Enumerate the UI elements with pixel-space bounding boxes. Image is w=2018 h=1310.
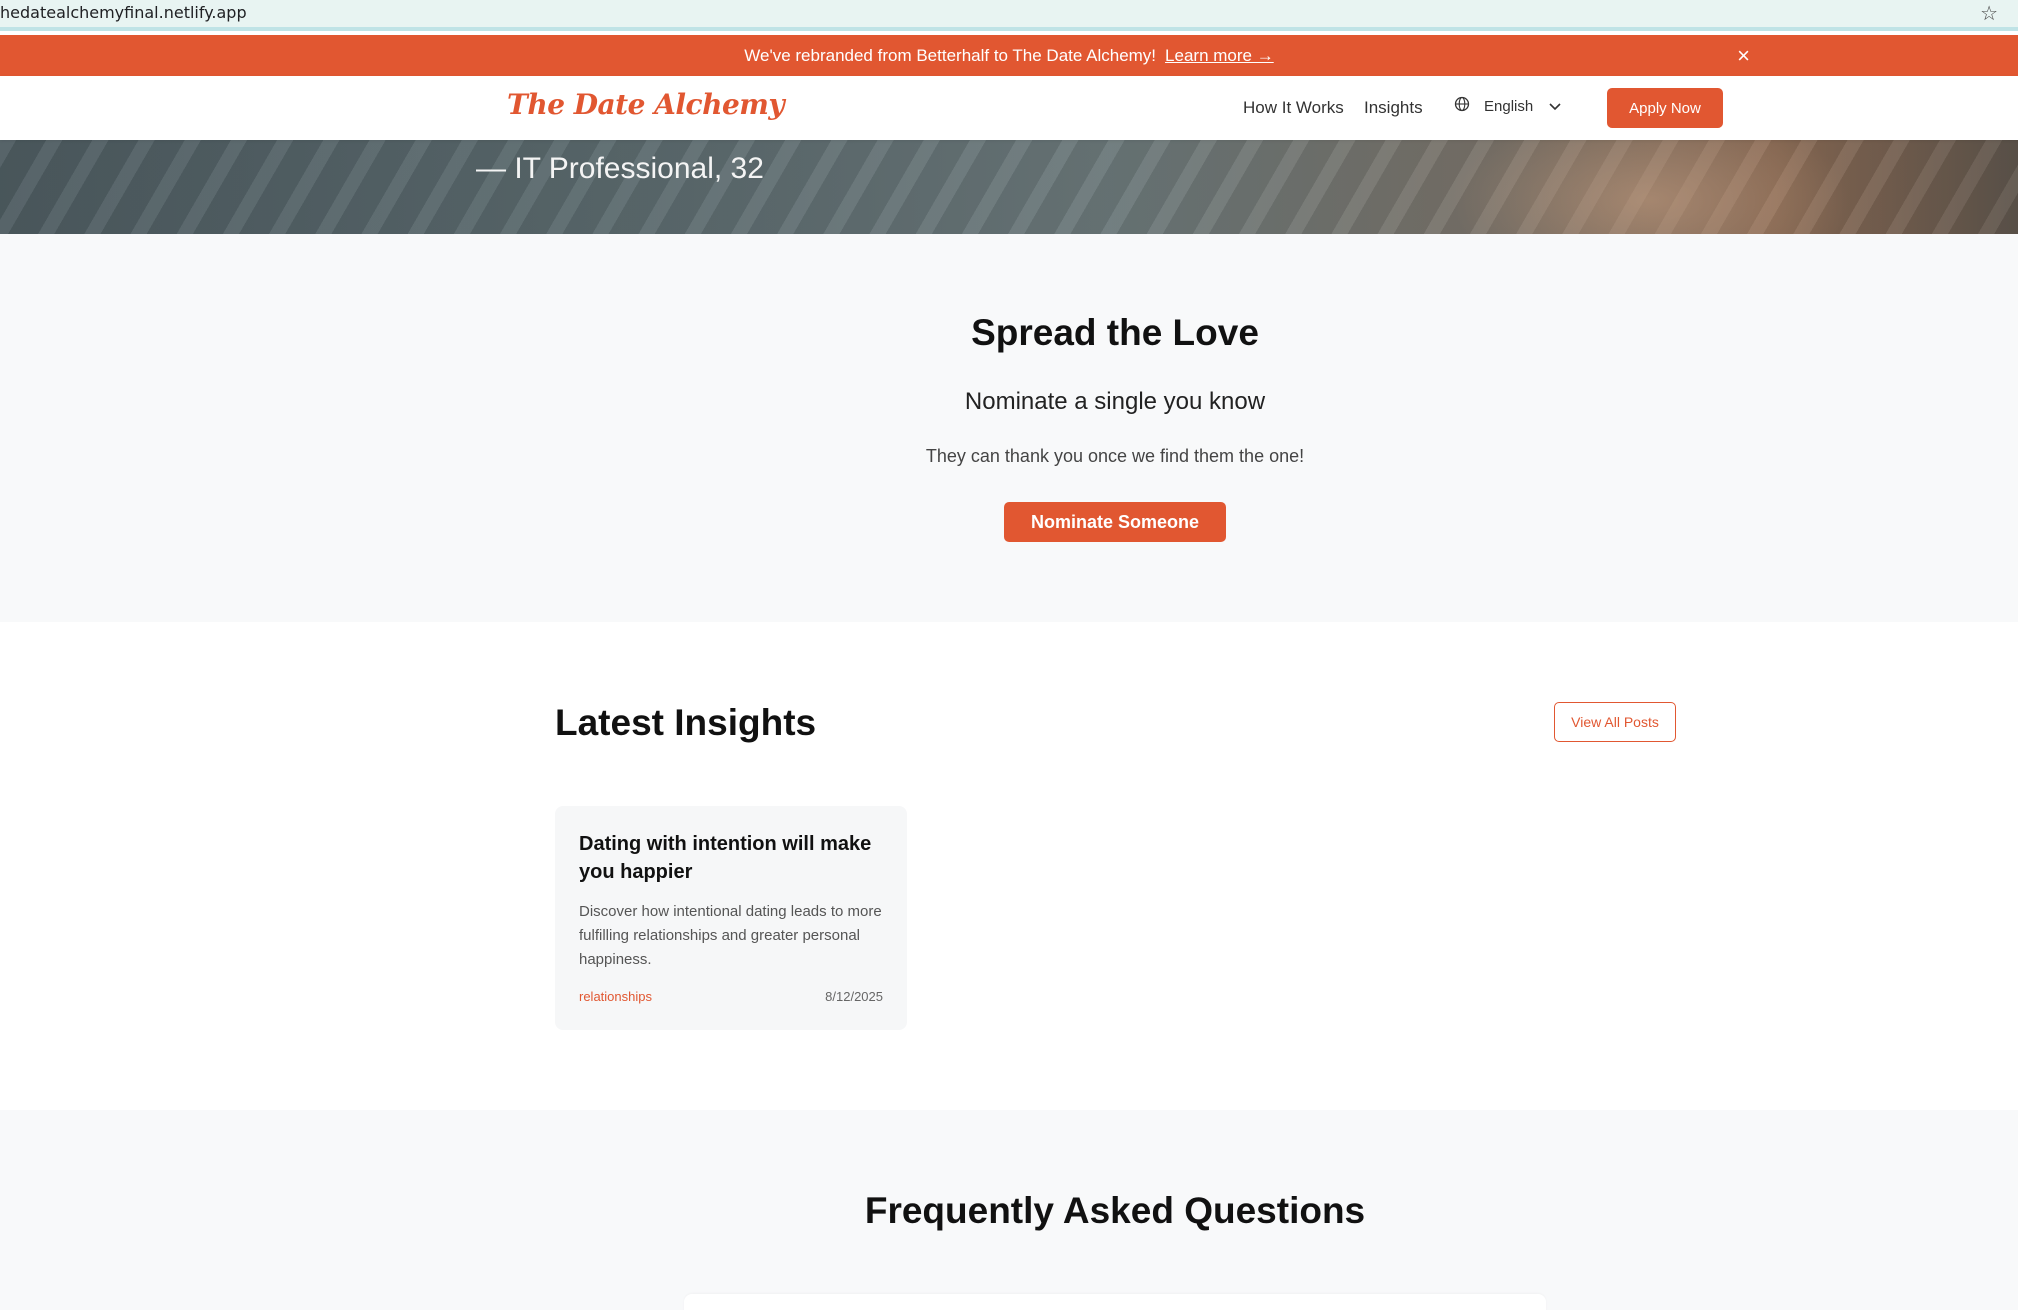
close-icon[interactable]: × bbox=[1737, 43, 1750, 69]
language-selector[interactable]: English bbox=[1454, 96, 1561, 116]
section-subtitle: Nominate a single you know bbox=[964, 388, 1266, 415]
post-meta: relationships 8/12/2025 bbox=[579, 989, 883, 1004]
logo[interactable]: The Date Alchemy bbox=[507, 88, 785, 121]
bookmark-star-icon[interactable]: ☆ bbox=[1980, 1, 1998, 26]
section-description: They can thank you once we find them the… bbox=[925, 446, 1305, 466]
faq-section: Frequently Asked Questions bbox=[0, 1110, 2018, 1310]
top-navigation: The Date Alchemy How It Works Insights E… bbox=[0, 76, 2018, 140]
section-title: Spread the Love bbox=[971, 312, 1259, 353]
nominate-section: Spread the Love Nominate a single you kn… bbox=[0, 234, 2018, 622]
nav-link-insights[interactable]: Insights bbox=[1364, 98, 1423, 118]
section-title: Frequently Asked Questions bbox=[864, 1190, 1366, 1231]
post-excerpt: Discover how intentional dating leads to… bbox=[579, 903, 882, 968]
insights-section: Latest Insights View All Posts Dating wi… bbox=[0, 622, 2018, 1110]
browser-address-bar: hedatealchemyfinal.netlify.app ☆ bbox=[0, 0, 2018, 31]
section-title: Latest Insights bbox=[555, 702, 817, 743]
language-label: English bbox=[1484, 97, 1534, 115]
url-text[interactable]: hedatealchemyfinal.netlify.app bbox=[0, 3, 247, 22]
post-title[interactable]: Dating with intention will make you happ… bbox=[579, 830, 883, 886]
testimonial-attribution: — IT Professional, 32 bbox=[476, 152, 764, 185]
chevron-down-icon bbox=[1549, 99, 1561, 114]
apply-now-button[interactable]: Apply Now bbox=[1607, 88, 1723, 128]
nominate-someone-button[interactable]: Nominate Someone bbox=[1004, 502, 1226, 542]
post-tag[interactable]: relationships bbox=[579, 989, 652, 1004]
learn-more-link[interactable]: Learn more → bbox=[1165, 46, 1274, 66]
blog-post-card[interactable]: Dating with intention will make you happ… bbox=[555, 806, 907, 1030]
announcement-text: We've rebranded from Betterhalf to The D… bbox=[744, 45, 1157, 65]
hero-testimonial-image: — IT Professional, 32 bbox=[0, 140, 2018, 234]
faq-panel bbox=[684, 1294, 1546, 1310]
nav-link-how-it-works[interactable]: How It Works bbox=[1243, 98, 1344, 118]
view-all-posts-button[interactable]: View All Posts bbox=[1554, 702, 1676, 742]
post-date: 8/12/2025 bbox=[825, 989, 883, 1004]
globe-icon bbox=[1454, 96, 1470, 116]
announcement-banner: We've rebranded from Betterhalf to The D… bbox=[0, 35, 2018, 76]
hero-highlight bbox=[1450, 140, 1850, 234]
